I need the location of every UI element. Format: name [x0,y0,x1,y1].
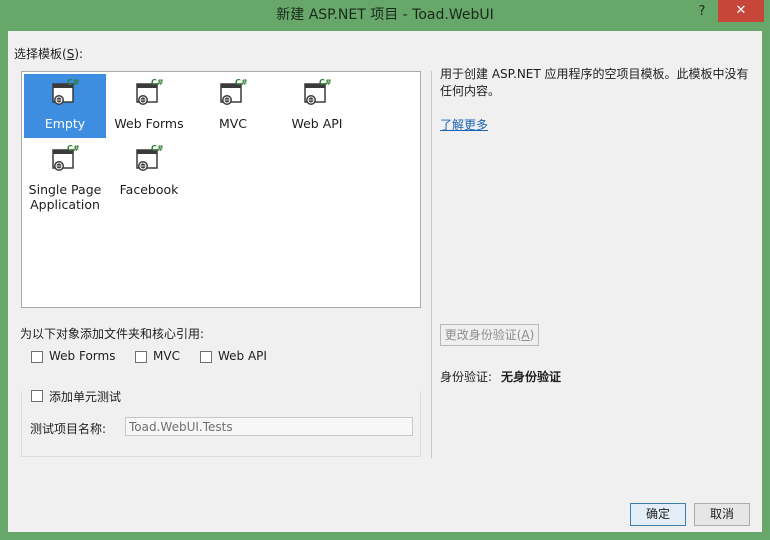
template-item-mvc[interactable]: C# MVC [192,74,274,138]
webapi-checkbox-label[interactable]: Web API [218,349,267,363]
mvc-checkbox[interactable] [135,351,147,363]
test-project-name-label: 测试项目名称: [30,422,107,436]
csharp-project-icon: C# [136,78,164,105]
template-name: Web Forms [114,116,184,131]
template-item-web-api[interactable]: C# Web API [276,74,358,138]
auth-label: 身份验证: [440,370,493,384]
close-icon: ✕ [735,3,747,18]
svg-text:C#: C# [151,144,164,153]
mvc-checkbox-label[interactable]: MVC [153,349,180,363]
template-item-single-page-application[interactable]: C# Single Page Application [24,140,106,216]
template-item-facebook[interactable]: C# Facebook [108,140,190,204]
test-project-name-input[interactable] [125,417,413,436]
csharp-project-icon: C# [136,144,164,171]
webapi-checkbox[interactable] [200,351,212,363]
template-name: MVC [218,116,248,131]
template-item-empty[interactable]: C# Empty [24,74,106,138]
template-name: Empty [44,116,86,131]
webforms-checkbox[interactable] [31,351,43,363]
title-bar[interactable]: 新建 ASP.NET 项目 - Toad.WebUI ? ✕ [0,0,770,31]
template-list[interactable]: C# Empty C# Web Forms C# MVC C# Web API … [21,71,421,308]
templates-label: 选择模板(S): [14,47,84,61]
core-refs-label: 为以下对象添加文件夹和核心引用: [20,327,205,341]
svg-text:C#: C# [67,144,80,153]
svg-text:C#: C# [319,78,332,87]
template-item-web-forms[interactable]: C# Web Forms [108,74,190,138]
csharp-project-icon: C# [304,78,332,105]
svg-text:C#: C# [151,78,164,87]
panel-divider [431,71,432,458]
template-name: Single Page Application [28,182,102,212]
template-name: Facebook [119,182,179,197]
csharp-project-icon: C# [52,144,80,171]
dialog-window: 新建 ASP.NET 项目 - Toad.WebUI ? ✕ 选择模板(S): … [0,0,770,540]
csharp-project-icon: C# [52,78,80,105]
cancel-button[interactable]: 取消 [694,503,750,526]
template-description: 用于创建 ASP.NET 应用程序的空项目模板。此模板中没有任何内容。 [440,67,749,98]
change-auth-button[interactable]: 更改身份验证(A) [440,324,539,346]
webforms-checkbox-label[interactable]: Web Forms [49,349,115,363]
template-name: Web API [291,116,343,131]
close-button[interactable]: ✕ [718,0,764,22]
dialog-client-area: 选择模板(S): C# Empty C# Web Forms C# MVC C#… [8,31,762,532]
svg-text:C#: C# [235,78,248,87]
help-button[interactable]: ? [690,2,714,22]
window-title: 新建 ASP.NET 项目 - Toad.WebUI [276,7,494,23]
learn-more-link[interactable]: 了解更多 [440,116,488,133]
unit-test-label[interactable]: 添加单元测试 [49,388,121,405]
unit-test-checkbox[interactable] [31,390,43,402]
auth-value: 无身份验证 [501,370,562,384]
svg-text:C#: C# [67,78,80,87]
csharp-project-icon: C# [220,78,248,105]
ok-button[interactable]: 确定 [630,503,686,526]
